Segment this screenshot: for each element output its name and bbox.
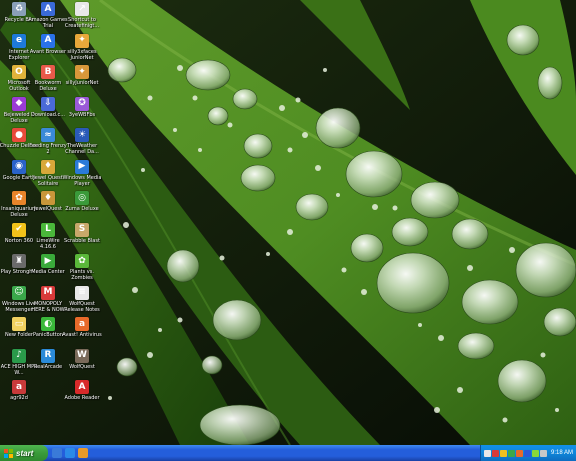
desktop-shortcut[interactable]: a agr92d	[1, 380, 37, 401]
desktop-shortcut[interactable]: A Amazon Games Trial	[28, 2, 68, 29]
desktop-shortcut[interactable]: ◐ PanicButton	[30, 317, 66, 338]
messenger-icon: ☺	[12, 285, 26, 300]
update-icon[interactable]	[524, 449, 531, 457]
desktop-shortcut[interactable]: ⇩ Download.c...	[30, 96, 66, 118]
juniornet-icon: ✦	[75, 33, 89, 48]
shortcut-icon: ↗	[75, 2, 89, 16]
volume-icon[interactable]	[484, 449, 491, 457]
jewel-quest-icon: ♦	[41, 159, 55, 174]
taskbar: start 9:18 AM	[0, 445, 576, 461]
media-player-icon[interactable]	[78, 448, 88, 458]
weather-icon: ☀	[75, 128, 89, 142]
desktop-shortcut-label: Adobe Reader	[64, 395, 100, 401]
app-icon: ✪	[75, 96, 89, 111]
internet-explorer-icon[interactable]	[65, 448, 75, 458]
desktop-shortcut[interactable]: B Bookworm Deluxe	[30, 65, 66, 92]
desktop-shortcut-label: sillyJuniorNet	[65, 80, 99, 86]
tray-icons	[484, 449, 547, 457]
jewelquest-icon: ♦	[41, 191, 55, 205]
outlook-icon: O	[12, 65, 26, 79]
amazon-games-icon: A	[41, 2, 55, 16]
desktop-shortcut-label: agr92d	[10, 395, 28, 401]
limewire-icon: L	[41, 222, 55, 237]
folder-icon: ▭	[12, 317, 26, 331]
desktop-shortcut[interactable]: ✿ Plants vs. Zombies	[64, 254, 100, 281]
desktop-shortcut-label: WolfQuest Release Notes	[64, 300, 100, 313]
desktop-shortcut[interactable]: ↗ Shortcut to Createfinigt...	[64, 2, 100, 29]
desktop-shortcut-label: silly3xfaces JuniorNet	[67, 48, 97, 61]
desktop-shortcut-label: WolfQuest	[69, 363, 95, 370]
desktop-shortcut-label: Windows Media Player	[62, 174, 102, 187]
wolfquest-icon: W	[75, 348, 89, 363]
desktop-shortcut[interactable]: ◎ Zuma Deluxe	[64, 191, 100, 212]
security-icon[interactable]	[500, 449, 507, 457]
clock[interactable]: 9:18 AM	[551, 450, 573, 456]
desktop-shortcut[interactable]: a Avast! Antivirus	[62, 317, 102, 338]
show-desktop-icon[interactable]	[52, 448, 62, 458]
avant-browser-icon: A	[41, 33, 55, 48]
panic-button-icon: ◐	[41, 317, 55, 331]
recycle-bin-icon: ♻	[12, 2, 26, 16]
desktop-shortcut[interactable]: ▶ Media Center	[30, 254, 66, 275]
battery-icon[interactable]	[532, 449, 539, 457]
antivirus-tray-icon[interactable]	[516, 449, 523, 457]
desktop-shortcut[interactable]: ✪ 3yeWBFbs	[64, 96, 100, 118]
ace-mp3-icon: ♪	[12, 348, 26, 363]
system-tray: 9:18 AM	[480, 445, 576, 461]
stronghold-icon: ♜	[12, 254, 26, 268]
internet-explorer-icon: e	[12, 33, 26, 48]
insaniquarium-icon: ✿	[12, 191, 26, 205]
norton-icon: ✔	[12, 222, 26, 237]
desktop-shortcut-label: Scrabble Blast	[64, 237, 100, 244]
desktop-shortcut[interactable]: ≈ Feeding Frenzy 2	[29, 128, 67, 155]
network-icon[interactable]	[492, 449, 499, 457]
desktop-shortcut[interactable]: ☀ TheWeather Channel Da...	[64, 128, 100, 155]
desktop-shortcut-label: 3yeWBFbs	[68, 111, 96, 118]
desktop-shortcut[interactable]: A Avant Browser	[30, 33, 66, 55]
desktop-shortcut[interactable]: ♦ JewelQuest	[30, 191, 66, 212]
realarcade-icon: R	[41, 348, 55, 363]
display-icon[interactable]	[540, 449, 547, 457]
desktop-shortcut[interactable]: R RealArcade	[30, 348, 66, 370]
start-label: start	[16, 448, 34, 458]
desktop-shortcut[interactable]: ▶ Windows Media Player	[62, 159, 102, 187]
desktop-shortcut[interactable]: ≡ WolfQuest Release Notes	[64, 285, 100, 313]
wolfquest-notes-icon: ≡	[75, 285, 89, 300]
desktop-shortcut-label: TheWeather Channel Da...	[65, 143, 99, 155]
juniornet-2-icon: ✦	[75, 65, 89, 79]
bookworm-icon: B	[41, 65, 55, 79]
feeding-frenzy-icon: ≈	[41, 128, 55, 142]
desktop-shortcut[interactable]: L LimeWire 4.16.6	[30, 222, 66, 250]
bejeweled-icon: ◆	[12, 96, 26, 111]
download-icon: ⇩	[41, 96, 55, 111]
windows-logo-icon	[4, 448, 13, 458]
desktop-shortcut[interactable]: W WolfQuest	[64, 348, 100, 370]
scrabble-icon: S	[75, 222, 89, 237]
desktop-shortcut[interactable]: M MONOPOLY HERE & NOW	[30, 285, 66, 313]
desktop-shortcut-label: Shortcut to Createfinigt...	[64, 17, 100, 29]
google-earth-icon: ◉	[12, 159, 26, 174]
desktop-shortcut-label: Zuma Deluxe	[65, 206, 99, 212]
desktop-shortcut-label: Plants vs. Zombies	[70, 269, 94, 281]
desktop-shortcut[interactable]: ✦ sillyJuniorNet	[64, 65, 100, 86]
desktop-shortcut[interactable]: ✦ silly3xfaces JuniorNet	[64, 33, 100, 61]
media-center-icon: ▶	[41, 254, 55, 268]
monopoly-icon: M	[41, 285, 55, 300]
plants-zombies-icon: ✿	[75, 254, 89, 268]
messenger-tray-icon[interactable]	[508, 449, 515, 457]
quick-launch-bar	[52, 448, 88, 458]
desktop-shortcut-label: Avast! Antivirus	[62, 332, 102, 338]
agr92d-icon: a	[12, 380, 26, 394]
adobe-reader-icon: A	[75, 380, 89, 394]
avast-icon: a	[75, 317, 89, 331]
chuzzle-icon: ●	[12, 128, 26, 142]
zuma-icon: ◎	[75, 191, 89, 205]
desktop-shortcut[interactable]: A Adobe Reader	[64, 380, 100, 401]
media-player-icon: ▶	[75, 159, 89, 174]
start-button[interactable]: start	[0, 445, 48, 461]
desktop-shortcut[interactable]: S Scrabble Blast	[64, 222, 100, 244]
desktop-shortcut[interactable]: ♦ Jewel Quest Solitaire	[30, 159, 66, 187]
